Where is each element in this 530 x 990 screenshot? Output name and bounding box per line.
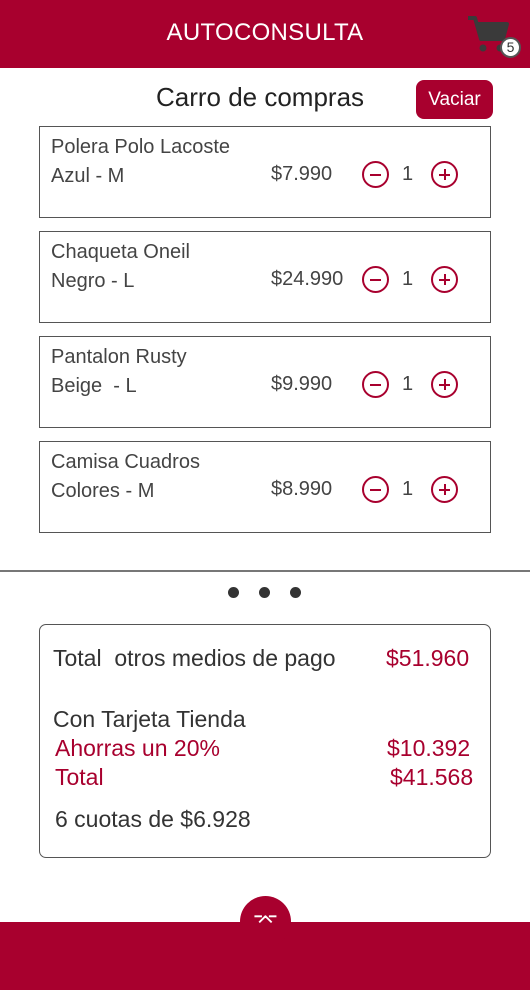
section-divider [0, 570, 530, 572]
cart-item: Chaqueta Oneil Negro - L $24.990 1 [39, 231, 491, 323]
item-variant: Azul - M [51, 165, 125, 187]
item-variant: Colores - M [51, 480, 155, 502]
increase-quantity-button[interactable] [431, 161, 458, 188]
chevron-down-icon: ⌤ [252, 908, 279, 933]
item-price: $24.990 [271, 268, 344, 290]
cart-item: Camisa Cuadros Colores - M $8.990 1 [39, 441, 491, 533]
item-quantity: 1 [402, 163, 414, 185]
decrease-quantity-button[interactable] [362, 476, 389, 503]
item-name: Camisa Cuadros [51, 451, 200, 473]
cart-count-badge: 5 [500, 37, 521, 58]
decrease-quantity-button[interactable] [362, 371, 389, 398]
other-payment-total: $51.960 [386, 645, 470, 671]
item-quantity: 1 [402, 478, 414, 500]
savings-value: $10.392 [387, 735, 471, 761]
item-price: $9.990 [271, 373, 333, 395]
item-variant: Negro - L [51, 270, 135, 292]
increase-quantity-button[interactable] [431, 371, 458, 398]
store-card-label: Con Tarjeta Tienda [53, 706, 246, 732]
pager-dot[interactable] [290, 587, 301, 598]
item-name: Pantalon Rusty [51, 346, 187, 368]
order-summary: Total otros medios de pago $51.960 Con T… [39, 624, 491, 858]
total-label: Total [55, 764, 104, 790]
item-name: Polera Polo Lacoste [51, 136, 231, 158]
cart-item: Polera Polo Lacoste Azul - M $7.990 1 [39, 126, 491, 218]
savings-label: Ahorras un 20% [55, 735, 220, 761]
increase-quantity-button[interactable] [431, 476, 458, 503]
cart-button[interactable]: 5 [466, 12, 522, 62]
increase-quantity-button[interactable] [431, 266, 458, 293]
other-payment-label: Total otros medios de pago [53, 645, 336, 671]
item-price: $8.990 [271, 478, 333, 500]
pager-dot[interactable] [228, 587, 239, 598]
app-title: AUTOCONSULTA [166, 19, 364, 46]
item-quantity: 1 [402, 268, 414, 290]
decrease-quantity-button[interactable] [362, 161, 389, 188]
clear-cart-button[interactable]: Vaciar [416, 80, 493, 119]
item-name: Chaqueta Oneil [51, 241, 190, 263]
item-quantity: 1 [402, 373, 414, 395]
cart-item: Pantalon Rusty Beige - L $9.990 1 [39, 336, 491, 428]
total-value: $41.568 [390, 764, 474, 790]
collapse-tab-button[interactable]: ⌤ [240, 896, 291, 947]
installments-text: 6 cuotas de $6.928 [55, 806, 251, 832]
pager-dot[interactable] [259, 587, 270, 598]
item-price: $7.990 [271, 163, 333, 185]
item-variant: Beige - L [51, 375, 137, 397]
decrease-quantity-button[interactable] [362, 266, 389, 293]
